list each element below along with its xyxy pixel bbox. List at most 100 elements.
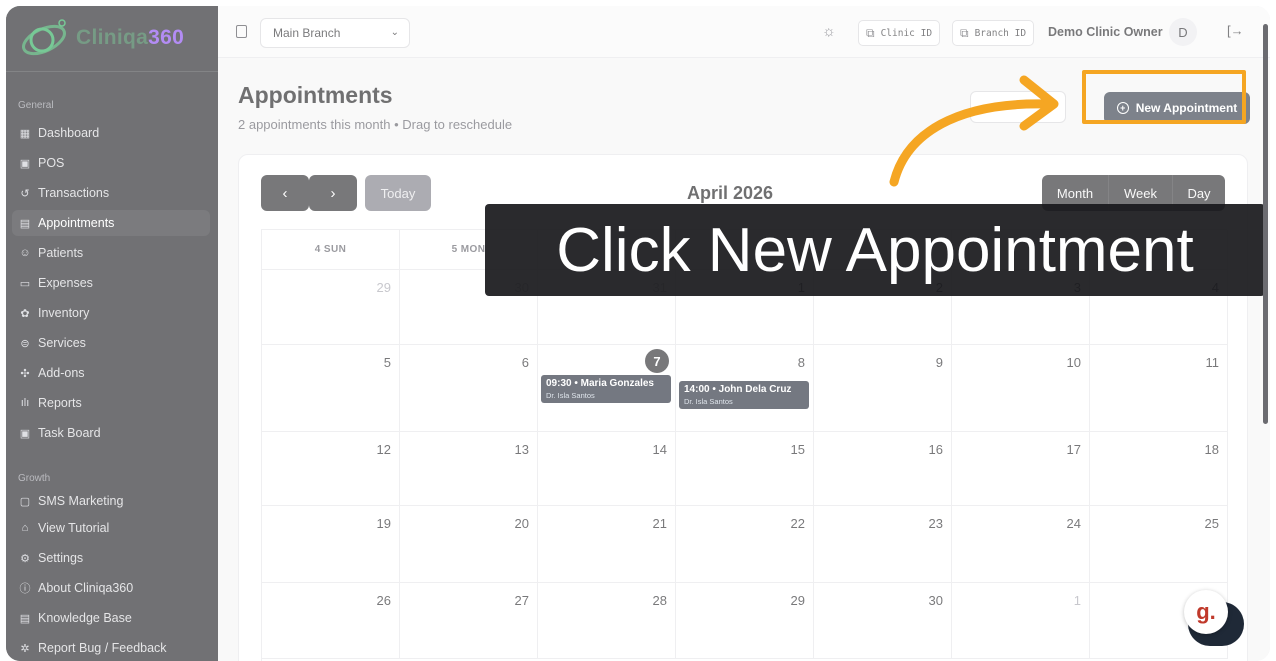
day-cell[interactable]: 11 bbox=[1090, 345, 1228, 432]
globe-logo-icon bbox=[22, 19, 66, 56]
sidebar-item-report-bug[interactable]: ✲ Report Bug / Feedback bbox=[12, 635, 210, 661]
main-content: Appointments 2 appointments this month •… bbox=[218, 58, 1270, 661]
day-number: 5 bbox=[383, 355, 391, 370]
sidebar-item-pos[interactable]: ▣ POS bbox=[12, 150, 210, 176]
day-cell[interactable]: 22 bbox=[676, 506, 814, 583]
day-cell[interactable]: 14 bbox=[538, 432, 676, 506]
copy-branch-id-button[interactable]: ⧉ Branch ID bbox=[952, 20, 1035, 46]
board-icon: ▣ bbox=[19, 427, 31, 440]
day-cell[interactable]: 19 bbox=[262, 506, 400, 583]
day-number: 16 bbox=[928, 442, 943, 457]
day-cell[interactable]: 18 bbox=[1090, 432, 1228, 506]
day-number: 26 bbox=[376, 593, 391, 608]
page-subtitle: 2 appointments this month • Drag to resc… bbox=[238, 117, 513, 132]
day-number: 21 bbox=[652, 516, 667, 531]
sidebar-item-appointments[interactable]: ▤ Appointments bbox=[12, 210, 210, 236]
sidebar-item-label: Report Bug / Feedback bbox=[38, 641, 167, 655]
sidebar-item-label: Knowledge Base bbox=[38, 611, 132, 625]
day-cell[interactable]: 23 bbox=[814, 506, 952, 583]
copy-clinic-id-button[interactable]: ⧉ Clinic ID bbox=[858, 20, 941, 46]
day-number: 19 bbox=[376, 516, 391, 531]
branch-select-value: Main Branch bbox=[273, 26, 341, 40]
day-cell[interactable]: 30 bbox=[814, 583, 952, 659]
day-cell[interactable]: 26 bbox=[262, 583, 400, 659]
day-cell[interactable]: 1 bbox=[952, 583, 1090, 659]
day-cell[interactable]: 29 bbox=[262, 270, 400, 345]
day-number: 28 bbox=[652, 593, 667, 608]
avatar[interactable]: D bbox=[1169, 18, 1197, 46]
top-bar: Main Branch ⌄ ☼ ⧉ Clinic ID ⧉ Branch ID … bbox=[218, 6, 1270, 58]
day-cell[interactable]: 5 bbox=[262, 345, 400, 432]
sidebar-item-sms-marketing[interactable]: ▢ SMS Marketing bbox=[12, 494, 210, 510]
day-cell[interactable]: 28 bbox=[538, 583, 676, 659]
sidebar-item-label: Dashboard bbox=[38, 126, 100, 140]
brand-name: Cliniqa360 bbox=[76, 26, 185, 49]
day-cell[interactable]: 9 bbox=[814, 345, 952, 432]
building-icon bbox=[236, 25, 247, 38]
day-cell[interactable]: 17 bbox=[952, 432, 1090, 506]
day-cell[interactable]: 7 09:30 • Maria Gonzales Dr. Isla Santos bbox=[538, 345, 676, 432]
sidebar-item-label: Transactions bbox=[38, 186, 110, 200]
appointment-event[interactable]: 14:00 • John Dela Cruz Dr. Isla Santos bbox=[679, 381, 809, 409]
day-cell[interactable]: 16 bbox=[814, 432, 952, 506]
page-title: Appointments bbox=[238, 82, 393, 108]
weekday-header: 4 SUN bbox=[262, 230, 400, 270]
puzzle-icon: ✣ bbox=[20, 367, 30, 380]
day-cell[interactable]: 27 bbox=[400, 583, 538, 659]
sidebar-item-addons[interactable]: ✣ Add-ons bbox=[12, 360, 210, 386]
day-number: 23 bbox=[928, 516, 943, 531]
app-window: Cliniqa360 General ▦ Dashboard ▣ POS ↺ T… bbox=[6, 6, 1270, 661]
day-cell[interactable]: 6 bbox=[400, 345, 538, 432]
sidebar-item-view-tutorial[interactable]: ⌂ View Tutorial bbox=[12, 515, 210, 541]
brand-logo[interactable]: Cliniqa360 bbox=[18, 16, 196, 60]
guide-badge[interactable]: g. bbox=[1184, 590, 1228, 634]
day-number: 10 bbox=[1066, 355, 1081, 370]
users-icon: ☺ bbox=[19, 247, 31, 259]
day-cell[interactable]: 21 bbox=[538, 506, 676, 583]
next-month-button[interactable]: › bbox=[309, 175, 357, 211]
day-number: 13 bbox=[514, 442, 529, 457]
month-title: April 2026 bbox=[687, 183, 774, 203]
day-cell[interactable]: 12 bbox=[262, 432, 400, 506]
day-number: 14 bbox=[652, 442, 667, 457]
day-cell[interactable]: 20 bbox=[400, 506, 538, 583]
sidebar-item-expenses[interactable]: ▭ Expenses bbox=[12, 270, 210, 296]
sidebar-item-task-board[interactable]: ▣ Task Board bbox=[12, 420, 210, 446]
boxes-icon: ✿ bbox=[20, 307, 30, 320]
day-cell[interactable]: 15 bbox=[676, 432, 814, 506]
day-cell[interactable]: 25 bbox=[1090, 506, 1228, 583]
sidebar-item-inventory[interactable]: ✿ Inventory bbox=[12, 300, 210, 326]
day-number: 8 bbox=[797, 355, 805, 370]
sidebar-item-patients[interactable]: ☺ Patients bbox=[12, 240, 210, 266]
sidebar-item-transactions[interactable]: ↺ Transactions bbox=[12, 180, 210, 206]
sidebar-item-label: Patients bbox=[38, 246, 84, 260]
day-number: 17 bbox=[1066, 442, 1081, 457]
today-button[interactable]: Today bbox=[365, 175, 431, 211]
day-number: 27 bbox=[514, 593, 529, 608]
day-cell[interactable]: 10 bbox=[952, 345, 1090, 432]
section-label-growth: Growth bbox=[18, 473, 51, 484]
sidebar-item-dashboard[interactable]: ▦ Dashboard bbox=[12, 120, 210, 146]
day-number: 15 bbox=[790, 442, 805, 457]
appointment-event[interactable]: 09:30 • Maria Gonzales Dr. Isla Santos bbox=[541, 375, 671, 403]
message-icon: ▢ bbox=[19, 495, 31, 508]
sidebar-item-settings[interactable]: ⚙ Settings bbox=[12, 545, 210, 571]
logout-icon[interactable]: [→ bbox=[1227, 23, 1244, 38]
day-cell[interactable]: 13 bbox=[400, 432, 538, 506]
theme-toggle-sun-icon[interactable]: ☼ bbox=[822, 23, 836, 40]
branch-select[interactable]: Main Branch ⌄ bbox=[260, 18, 410, 48]
sidebar-item-label: Task Board bbox=[38, 426, 101, 440]
day-cell[interactable]: 24 bbox=[952, 506, 1090, 583]
day-cell[interactable]: 29 bbox=[676, 583, 814, 659]
day-number: 24 bbox=[1066, 516, 1081, 531]
sidebar-item-services[interactable]: ⊜ Services bbox=[12, 330, 210, 356]
grid-icon: ▦ bbox=[19, 127, 31, 140]
sidebar-item-reports[interactable]: ılı Reports bbox=[12, 390, 210, 416]
sidebar-item-knowledge-base[interactable]: ▤ Knowledge Base bbox=[12, 605, 210, 631]
sidebar-item-about[interactable]: ⓘ About Cliniqa360 bbox=[12, 575, 210, 601]
day-cell[interactable]: 8 14:00 • John Dela Cruz Dr. Isla Santos bbox=[676, 345, 814, 432]
page-scrollbar[interactable] bbox=[1263, 24, 1268, 424]
prev-month-button[interactable]: ‹ bbox=[261, 175, 309, 211]
copy-icon: ⧉ bbox=[866, 25, 875, 40]
user-name[interactable]: Demo Clinic Owner bbox=[1048, 25, 1163, 39]
